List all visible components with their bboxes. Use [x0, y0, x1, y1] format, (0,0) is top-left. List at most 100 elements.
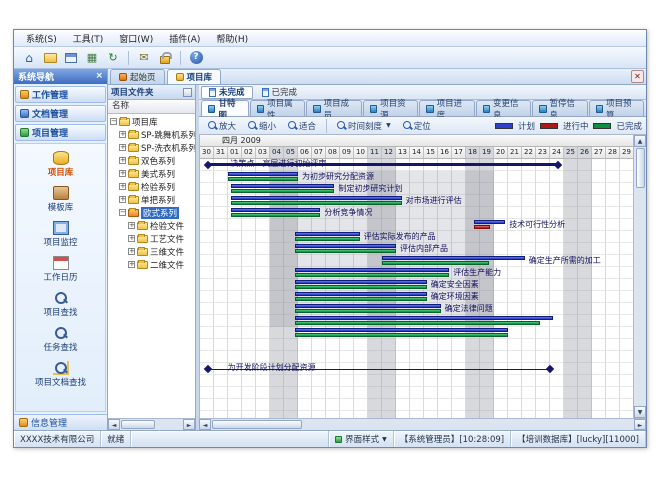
gantt-vscroll-thumb[interactable] — [636, 148, 645, 188]
plan-bar[interactable] — [231, 184, 335, 188]
plan-bar[interactable] — [295, 328, 508, 332]
plan-bar[interactable] — [295, 280, 427, 284]
view-tab[interactable]: 项目资源 — [363, 100, 418, 116]
panel-menu-icon[interactable] — [183, 88, 192, 97]
expand-toggle-icon[interactable]: + — [128, 222, 135, 229]
plan-bar[interactable] — [295, 316, 553, 320]
inprogress-bar[interactable] — [474, 225, 489, 229]
tree-item[interactable]: +三维文件 — [108, 245, 195, 258]
plan-bar[interactable] — [231, 208, 321, 212]
done-bar[interactable] — [295, 297, 427, 301]
view-tab[interactable]: 甘特图 — [201, 100, 249, 116]
expand-toggle-icon[interactable]: + — [128, 235, 135, 242]
folders-hscrollbar[interactable]: ◄ ► — [108, 418, 195, 430]
done-bar[interactable] — [295, 273, 449, 277]
close-tab-icon[interactable]: ✕ — [631, 70, 644, 83]
plan-bar[interactable] — [382, 256, 525, 260]
sidebar-section[interactable]: 项目管理 — [15, 124, 106, 141]
done-bar[interactable] — [295, 285, 427, 289]
milestone-diamond[interactable] — [204, 365, 212, 373]
expand-toggle-icon[interactable]: + — [128, 261, 135, 268]
sidebar-section[interactable]: 工作管理 — [15, 86, 106, 103]
expand-toggle-icon[interactable]: + — [119, 131, 126, 138]
sidebar-item[interactable]: 任务查找 — [18, 323, 104, 356]
expand-toggle-icon[interactable]: − — [110, 118, 117, 125]
expand-toggle-icon[interactable]: + — [119, 183, 126, 190]
main-tab[interactable]: 起始页 — [110, 69, 165, 84]
sidebar-item[interactable]: 模板库 — [18, 183, 104, 216]
plan-bar[interactable] — [474, 220, 505, 224]
toolbar-button[interactable]: ↻ — [104, 49, 122, 66]
done-bar[interactable] — [228, 177, 298, 181]
toolbar-button[interactable]: ⌂ — [20, 49, 38, 66]
done-bar[interactable] — [231, 201, 402, 205]
milestone-diamond[interactable] — [554, 161, 562, 169]
plan-bar[interactable] — [295, 268, 449, 272]
sidebar-item[interactable]: 项目查找 — [18, 288, 104, 321]
status-style-selector[interactable]: 界面样式 ▼ — [329, 431, 394, 447]
gantt-hscroll-thumb[interactable] — [212, 420, 302, 429]
done-bar[interactable] — [295, 321, 540, 325]
gantt-hscrollbar[interactable]: ◄ ► — [199, 418, 646, 430]
plan-bar[interactable] — [295, 292, 427, 296]
menu-item[interactable]: 插件(A) — [161, 31, 208, 46]
done-bar[interactable] — [382, 261, 489, 265]
done-bar[interactable] — [295, 237, 359, 241]
expand-toggle-icon[interactable]: + — [119, 144, 126, 151]
expand-toggle-icon[interactable]: + — [119, 157, 126, 164]
toolbar-button[interactable]: ? — [187, 49, 205, 66]
view-tab[interactable]: 项目预算 — [589, 100, 644, 116]
scroll-down-icon[interactable]: ▼ — [634, 406, 646, 418]
tree-item[interactable]: +检验文件 — [108, 219, 195, 232]
tree-item[interactable]: +检验系列 — [108, 180, 195, 193]
toolbar-button[interactable] — [41, 49, 59, 66]
menu-item[interactable]: 帮助(H) — [208, 31, 256, 46]
scroll-left-icon[interactable]: ◄ — [108, 419, 120, 430]
view-tab[interactable]: 项目成员 — [306, 100, 361, 116]
menu-item[interactable]: 工具(T) — [65, 31, 112, 46]
tree-item[interactable]: +双色系列 — [108, 154, 195, 167]
toolbar-button[interactable] — [156, 49, 174, 66]
zoom-in-button[interactable]: 放大 — [203, 118, 241, 133]
expand-toggle-icon[interactable]: + — [119, 170, 126, 177]
tree-item[interactable]: +SP-跳舞机系列 — [108, 128, 195, 141]
menu-item[interactable]: 窗口(W) — [111, 31, 161, 46]
plan-bar[interactable] — [295, 232, 359, 236]
sidebar-item[interactable]: 项目库 — [18, 148, 104, 181]
plan-bar[interactable] — [295, 244, 396, 248]
view-tab[interactable]: 项目进度 — [419, 100, 474, 116]
scroll-left-icon[interactable]: ◄ — [199, 419, 211, 430]
milestone-diamond[interactable] — [546, 365, 554, 373]
toolbar-button[interactable] — [62, 49, 80, 66]
scroll-right-icon[interactable]: ► — [634, 419, 646, 430]
expand-toggle-icon[interactable]: − — [119, 209, 126, 216]
scroll-right-icon[interactable]: ► — [183, 419, 195, 430]
tree-item[interactable]: +SP-洗衣机系列 — [108, 141, 195, 154]
gantt-grid[interactable]: 决策点 - 高层进行初始评审为初步研究分配资源制定初步研究计划对市场进行评估分析… — [200, 159, 633, 418]
toolbar-button[interactable]: ✉ — [135, 49, 153, 66]
view-tab[interactable]: 项目属性 — [250, 100, 305, 116]
tree-item[interactable]: −欧式系列 — [108, 206, 195, 219]
sidebar-item[interactable]: 项目文档查找 — [18, 358, 104, 391]
locate-button[interactable]: 定位 — [398, 118, 436, 133]
plan-bar[interactable] — [228, 172, 298, 176]
tree-item[interactable]: +工艺文件 — [108, 232, 195, 245]
tree-item[interactable]: +二维文件 — [108, 258, 195, 271]
toolbar-button[interactable]: ▦ — [83, 49, 101, 66]
view-tab[interactable]: 变更信息 — [476, 100, 531, 116]
folders-column-header[interactable]: 名称 — [108, 100, 195, 114]
done-bar[interactable] — [295, 333, 508, 337]
sidebar-footer-info[interactable]: 信息管理 — [14, 414, 107, 430]
tree-item[interactable]: −项目库 — [108, 115, 195, 128]
sidebar-item[interactable]: 项目监控 — [18, 218, 104, 251]
fit-button[interactable]: 适合 — [283, 118, 321, 133]
view-tab[interactable]: 暂停信息 — [532, 100, 587, 116]
sidebar-section[interactable]: 文档管理 — [15, 105, 106, 122]
plan-bar[interactable] — [231, 196, 402, 200]
timescale-button[interactable]: 时间刻度▼ — [332, 118, 396, 133]
done-bar[interactable] — [295, 309, 441, 313]
done-bar[interactable] — [231, 189, 335, 193]
close-icon[interactable]: × — [95, 72, 103, 81]
expand-toggle-icon[interactable]: + — [128, 248, 135, 255]
menu-item[interactable]: 系统(S) — [18, 31, 65, 46]
